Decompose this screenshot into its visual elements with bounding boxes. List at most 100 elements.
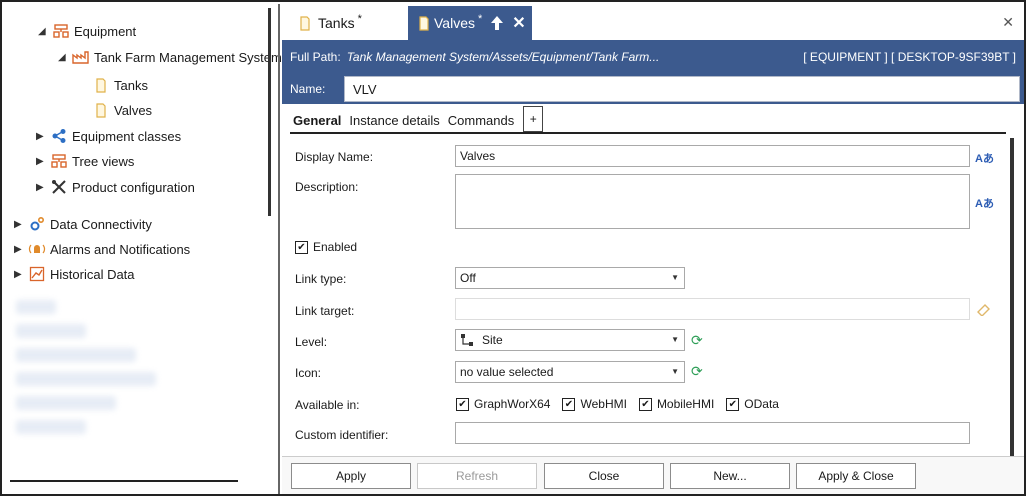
tree-item-alarms[interactable]: ▶ Alarms and Notifications [14, 238, 190, 260]
graphworx-checkbox[interactable]: ✔ [456, 397, 469, 411]
level-label: Level: [295, 335, 328, 349]
tab-commands[interactable]: Commands [445, 113, 519, 132]
tree-item-tank-farm[interactable]: ◢ Tank Farm Management System [58, 46, 282, 68]
name-input[interactable] [344, 76, 1020, 102]
apply-close-button[interactable]: Apply & Close [796, 463, 916, 489]
link-type-value: Off [460, 271, 476, 285]
document-icon [418, 15, 430, 31]
icon-value: no value selected [460, 365, 554, 379]
close-button[interactable]: Close [544, 463, 664, 489]
translate-icon[interactable]: Aあ [975, 195, 994, 211]
context-label: [ EQUIPMENT ] [ DESKTOP-9SF39BT ] [803, 50, 1016, 64]
tree-item-equipment[interactable]: ◢ Equipment [38, 20, 136, 42]
add-tab-button[interactable]: + [523, 106, 544, 132]
tree-item-product-configuration[interactable]: ▶ Product configuration [36, 176, 195, 198]
tree-item-historical-data[interactable]: ▶ Historical Data [14, 263, 135, 285]
refresh-button[interactable]: Refresh [417, 463, 537, 489]
tab-label: Valves [434, 15, 475, 31]
icon-select[interactable]: no value selected ▼ [455, 361, 685, 383]
name-bar: Name: [282, 74, 1024, 104]
expanded-arrow-icon[interactable]: ◢ [38, 26, 52, 37]
modified-marker: * [477, 13, 483, 25]
tab-label: Tanks [318, 15, 355, 31]
close-tab-icon[interactable]: ✕ [512, 13, 525, 33]
tree-item-data-connectivity[interactable]: ▶ Data Connectivity [14, 213, 152, 235]
apply-button[interactable]: Apply [291, 463, 411, 489]
hierarchy-icon [460, 333, 474, 347]
collapsed-arrow-icon[interactable]: ▶ [14, 269, 28, 280]
dropdown-arrow-icon: ▼ [671, 367, 679, 376]
level-value: Site [482, 333, 503, 347]
tab-valves[interactable]: Valves * ✕ [408, 6, 532, 40]
odata-checkbox[interactable]: ✔ [726, 397, 740, 411]
refresh-icon[interactable]: ⟳ [691, 363, 703, 380]
historical-chart-icon [28, 266, 46, 282]
tab-instance-details[interactable]: Instance details [346, 113, 444, 132]
collapsed-arrow-icon[interactable]: ▶ [36, 131, 50, 142]
panel-splitter[interactable] [278, 4, 280, 494]
tree-item-label: Equipment [74, 23, 137, 39]
link-target-input [455, 298, 970, 320]
modified-marker: * [357, 13, 362, 25]
document-icon [296, 15, 314, 31]
expanded-arrow-icon[interactable]: ◢ [58, 52, 72, 63]
tab-general[interactable]: General [290, 113, 347, 134]
gear-icon [28, 216, 46, 232]
form-scrollbar[interactable] [1010, 138, 1014, 458]
tools-icon [50, 179, 68, 195]
collapsed-arrow-icon[interactable]: ▶ [14, 244, 28, 255]
application-window: ◢ Equipment ◢ Tank Farm Management Syste… [0, 0, 1026, 496]
display-name-input[interactable]: Valves [455, 145, 970, 167]
collapsed-arrow-icon[interactable]: ▶ [36, 156, 50, 167]
full-path-label: Full Path: [290, 50, 341, 64]
refresh-icon[interactable]: ⟳ [691, 332, 703, 349]
tree-item-label: Equipment classes [72, 128, 182, 144]
description-label: Description: [295, 180, 359, 194]
level-select[interactable]: Site ▼ [455, 329, 685, 351]
action-bar: Apply Refresh Close New... Apply & Close [282, 456, 1024, 494]
close-all-icon[interactable]: ✕ [1002, 14, 1014, 31]
link-target-label: Link target: [295, 304, 355, 318]
tree-item-label: Valves [114, 102, 153, 118]
webhmi-checkbox[interactable]: ✔ [562, 397, 576, 411]
available-in-options: ✔ GraphWorX64 ✔ WebHMI ✔ MobileHMI ✔ ODa… [456, 397, 779, 411]
available-in-label: Available in: [295, 398, 360, 412]
tree-scrollbar[interactable] [268, 8, 271, 216]
factory-icon [72, 49, 90, 65]
document-icon [92, 77, 110, 93]
collapsed-arrow-icon[interactable]: ▶ [36, 182, 50, 193]
tree-item-tanks[interactable]: Tanks [92, 74, 148, 96]
description-input[interactable] [455, 174, 970, 229]
tree-item-tree-views[interactable]: ▶ Tree views [36, 150, 134, 172]
mobilehmi-label: MobileHMI [656, 397, 715, 411]
tree-view-icon [50, 153, 68, 169]
new-button[interactable]: New... [670, 463, 790, 489]
tree-item-label: Tank Farm Management System [94, 49, 282, 65]
graphworx-label: GraphWorX64 [474, 397, 551, 411]
collapsed-arrow-icon[interactable]: ▶ [14, 219, 28, 230]
link-type-select[interactable]: Off ▼ [455, 267, 685, 289]
custom-identifier-input[interactable] [455, 422, 970, 444]
tree-item-label: Tree views [72, 153, 135, 169]
document-icon [92, 102, 110, 118]
enabled-checkbox-row[interactable]: ✔ Enabled [295, 240, 357, 254]
mobilehmi-checkbox[interactable]: ✔ [638, 397, 652, 411]
tree-item-label: Data Connectivity [50, 216, 152, 232]
tree-item-label: Alarms and Notifications [50, 241, 191, 257]
tab-tanks[interactable]: Tanks * [286, 6, 406, 40]
tree-bottom-border [10, 480, 238, 482]
name-label: Name: [290, 82, 326, 96]
link-type-label: Link type: [295, 272, 347, 286]
link-tag-icon [976, 302, 992, 319]
pin-up-icon[interactable] [490, 15, 504, 31]
enabled-checkbox[interactable]: ✔ [295, 240, 308, 254]
dropdown-arrow-icon: ▼ [671, 335, 679, 344]
equipment-icon [52, 23, 70, 39]
tree-item-equipment-classes[interactable]: ▶ Equipment classes [36, 125, 181, 147]
translate-icon[interactable]: Aあ [975, 150, 994, 166]
navigation-tree: ◢ Equipment ◢ Tank Farm Management Syste… [4, 4, 282, 484]
tree-item-label: Product configuration [72, 179, 195, 195]
tree-item-valves[interactable]: Valves [92, 99, 152, 121]
alarm-icon [28, 241, 46, 257]
blurred-tree-items [16, 290, 266, 450]
